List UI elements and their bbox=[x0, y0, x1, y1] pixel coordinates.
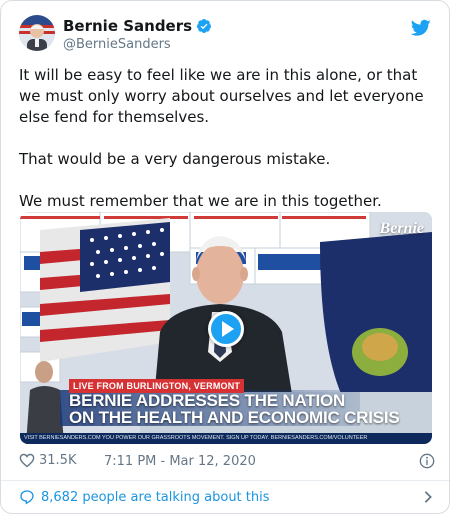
author-name-row[interactable]: Bernie Sanders bbox=[63, 17, 212, 35]
verified-badge-icon bbox=[197, 19, 212, 33]
avatar[interactable] bbox=[19, 15, 55, 51]
heart-icon bbox=[19, 453, 35, 468]
conversation-count: 8,682 people are talking about this bbox=[41, 489, 270, 505]
twitter-bird-icon[interactable] bbox=[411, 19, 431, 37]
tweet-timestamp[interactable]: 7:11 PM - Mar 12, 2020 bbox=[104, 454, 256, 469]
chevron-right-icon bbox=[424, 491, 432, 503]
ticker-left: VISIT BERNIESANDERS.COM bbox=[24, 435, 101, 441]
ticker-right: YOU POWER OUR GRASSROOTS MOVEMENT. SIGN … bbox=[102, 435, 368, 441]
author-name: Bernie Sanders bbox=[63, 17, 193, 35]
divider bbox=[1, 480, 449, 481]
author-handle[interactable]: @BernieSanders bbox=[63, 37, 171, 52]
headline-line-2: ON THE HEALTH AND ECONOMIC CRISIS bbox=[69, 408, 400, 427]
tweet-paragraph-1: It will be easy to feel like we are in t… bbox=[19, 66, 424, 126]
conversation-link[interactable]: 8,682 people are talking about this bbox=[19, 487, 435, 507]
play-button[interactable] bbox=[208, 311, 244, 347]
headline-line-1: BERNIE ADDRESSES THE NATION bbox=[69, 391, 346, 410]
speech-bubble-icon bbox=[20, 490, 34, 505]
like-count: 31.5K bbox=[39, 453, 77, 468]
video-thumbnail[interactable]: Bernie LIVE FROM BURLINGTON, VERMONT BER… bbox=[20, 212, 432, 444]
play-icon bbox=[221, 321, 234, 337]
brand-logo: Bernie bbox=[379, 220, 424, 237]
video-headline: BERNIE ADDRESSES THE NATION ON THE HEALT… bbox=[69, 392, 400, 426]
info-icon[interactable] bbox=[419, 453, 435, 469]
video-ticker: VISIT BERNIESANDERS.COM YOU POWER OUR GR… bbox=[20, 433, 432, 444]
avatar-image bbox=[19, 15, 55, 51]
tweet-meta: 31.5K 7:11 PM - Mar 12, 2020 bbox=[19, 453, 435, 473]
tweet-paragraph-2: That would be a very dangerous mistake. bbox=[19, 150, 331, 168]
like-button[interactable]: 31.5K bbox=[19, 453, 76, 468]
tweet-card: Bernie Sanders @BernieSanders It will be… bbox=[0, 0, 450, 514]
tweet-paragraph-3: We must remember that we are in this tog… bbox=[19, 192, 382, 210]
tweet-text: It will be easy to feel like we are in t… bbox=[19, 65, 437, 212]
tweet-header: Bernie Sanders @BernieSanders bbox=[19, 15, 435, 55]
